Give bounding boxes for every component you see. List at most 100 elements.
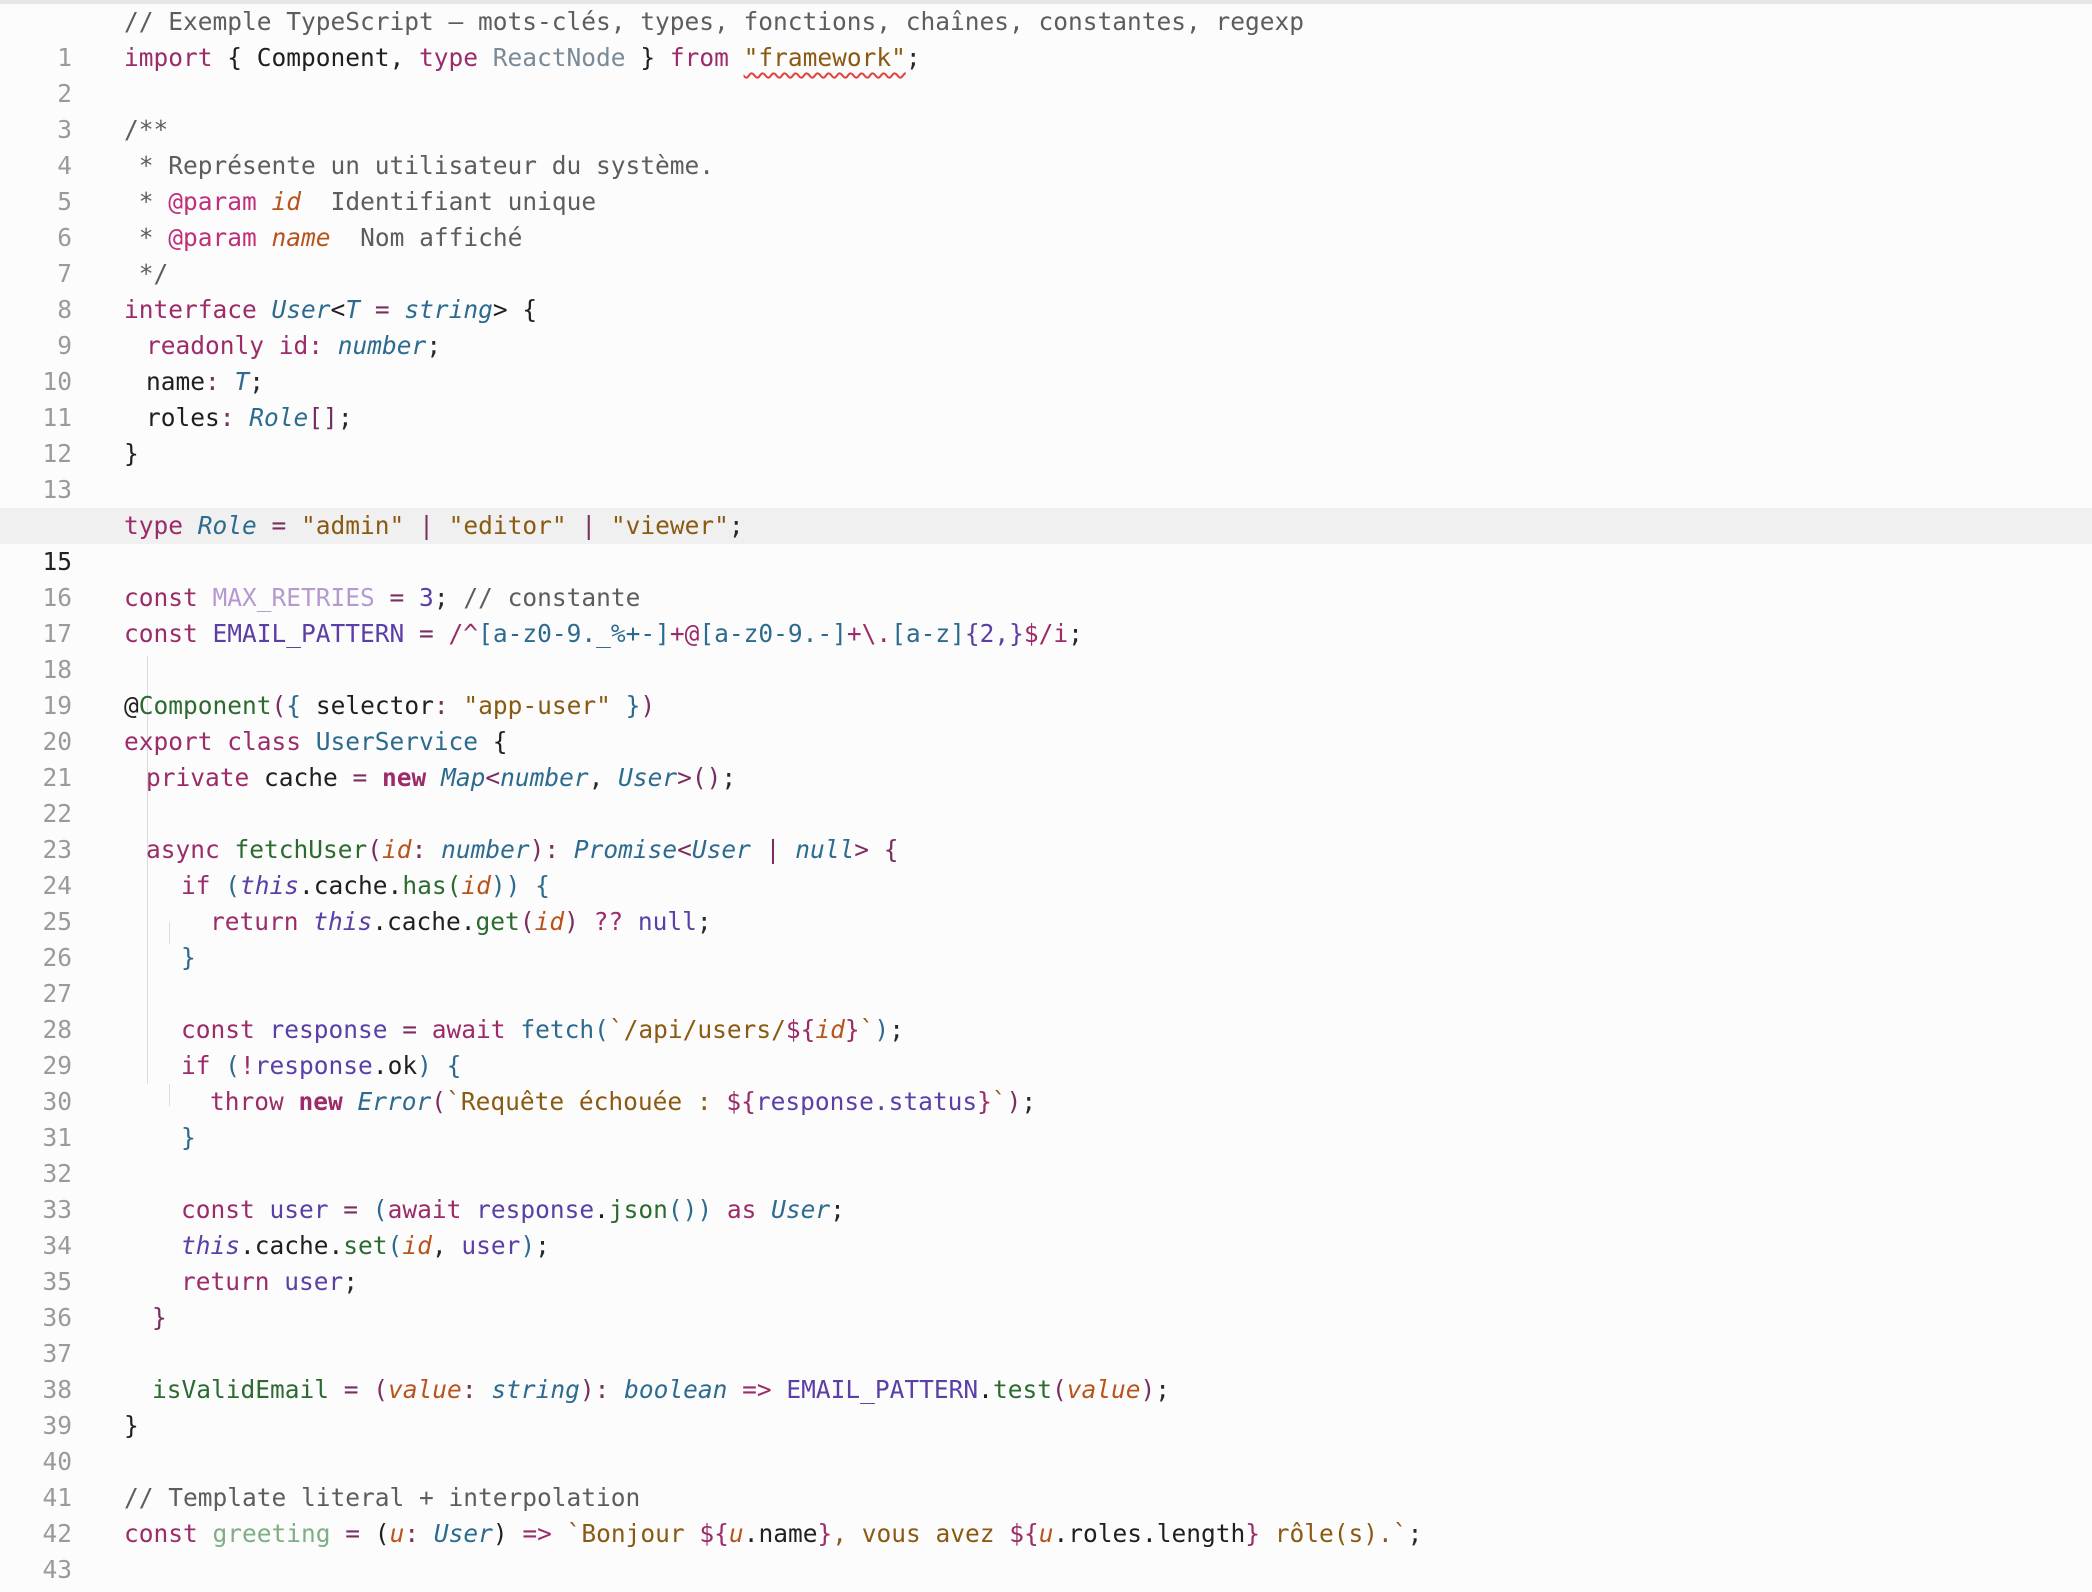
parameter: id: [534, 907, 565, 936]
code-line[interactable]: 23: [0, 796, 2092, 864]
string-literal-with-error[interactable]: "framework": [744, 43, 906, 72]
code-line[interactable]: 13 }: [0, 436, 2092, 504]
jsdoc-tag: @param: [168, 223, 257, 252]
code-line[interactable]: 17 const MAX_RETRIES = 3; // constante: [0, 580, 2092, 648]
brace: {: [478, 727, 508, 756]
method-name: has: [402, 871, 447, 900]
property-access: .ok: [372, 1051, 418, 1080]
code-line[interactable]: 28: [0, 976, 2092, 1044]
template-string: `Bonjour: [551, 1519, 700, 1548]
decorator-symbol: @: [124, 691, 139, 720]
keyword: new: [283, 1087, 343, 1116]
code-line[interactable]: 6 * @param id Identifiant unique: [0, 184, 2092, 252]
code-line[interactable]: 10 readonly id: number;: [0, 328, 2092, 396]
paren: ): [579, 1375, 595, 1404]
variable-name: user: [461, 1231, 521, 1260]
code-line[interactable]: 2 import { Component, type ReactNode } f…: [0, 40, 2092, 108]
code-line-current[interactable]: 15 type Role = "admin" | "editor" | "vie…: [0, 508, 2092, 576]
code-line[interactable]: 26 return this.cache.get(id) ?? null;: [0, 904, 2092, 972]
operator: =: [328, 1195, 373, 1224]
property-name: roles: [146, 403, 220, 432]
code-line[interactable]: 41: [0, 1444, 2092, 1512]
code-line[interactable]: 38: [0, 1336, 2092, 1404]
code-line[interactable]: 1 // Exemple TypeScript — mots-clés, typ…: [0, 4, 2092, 72]
operator: |: [404, 511, 449, 540]
code-line[interactable]: 42 // Template literal + interpolation: [0, 1480, 2092, 1548]
comment-text: *: [124, 223, 169, 252]
type-name: Map: [426, 763, 486, 792]
regex-class: [a-z0-9.-]: [699, 619, 847, 648]
parameter: u: [728, 1519, 744, 1548]
code-content: roles: Role[];: [146, 400, 353, 436]
keyword: from: [669, 43, 729, 72]
code-line[interactable]: 36 return user;: [0, 1264, 2092, 1332]
code-line[interactable]: 20 @Component({ selector: "app-user" }): [0, 688, 2092, 756]
code-line[interactable]: 18 const EMAIL_PATTERN = /^[a-z0-9._%+-]…: [0, 616, 2092, 684]
code-line[interactable]: 7 * @param name Nom affiché: [0, 220, 2092, 288]
code-line[interactable]: 19: [0, 652, 2092, 720]
keyword: const: [181, 1015, 255, 1044]
code-line[interactable]: 27 }: [0, 940, 2092, 1008]
method-name: json: [608, 1195, 668, 1224]
this-keyword: this: [240, 871, 300, 900]
operator: =: [337, 763, 383, 792]
punctuation: ;: [728, 511, 744, 540]
code-line[interactable]: 37 }: [0, 1300, 2092, 1368]
operator: |: [750, 835, 796, 864]
code-content: const EMAIL_PATTERN = /^[a-z0-9._%+-]+@[…: [124, 616, 1083, 652]
code-line[interactable]: 5 * Représente un utilisateur du système…: [0, 148, 2092, 216]
brace: }: [610, 691, 641, 720]
code-text: }: [625, 43, 670, 72]
code-line[interactable]: 14: [0, 472, 2092, 540]
code-line[interactable]: 43 const greeting = (u: User) => `Bonjou…: [0, 1516, 2092, 1584]
code-line[interactable]: 8 */: [0, 256, 2092, 324]
code-line[interactable]: 34 const user = (await response.json()) …: [0, 1192, 2092, 1260]
punctuation: []: [308, 403, 338, 432]
operator: |: [566, 511, 611, 540]
code-content: private cache = new Map<number, User>();: [146, 760, 736, 796]
code-line[interactable]: 29 const response = await fetch(`/api/us…: [0, 1012, 2092, 1080]
string-literal: "viewer": [610, 511, 729, 540]
code-content: const greeting = (u: User) => `Bonjour $…: [124, 1516, 1422, 1552]
code-content: export class UserService {: [124, 724, 508, 760]
punctuation: :: [205, 367, 235, 396]
type-name: string: [491, 1375, 580, 1404]
code-line[interactable]: 32 }: [0, 1120, 2092, 1188]
property-name: name: [146, 367, 206, 396]
code-line[interactable]: 44: [0, 1552, 2092, 1592]
code-line[interactable]: 22 private cache = new Map<number, User>…: [0, 760, 2092, 828]
code-line[interactable]: 4 /**: [0, 112, 2092, 180]
line-number: 44: [0, 1588, 72, 1592]
code-line[interactable]: 30 if (!response.ok) {: [0, 1048, 2092, 1116]
code-line[interactable]: 21 export class UserService {: [0, 724, 2092, 792]
paren: (: [210, 871, 241, 900]
code-line[interactable]: 39 isValidEmail = (value: string): boole…: [0, 1372, 2092, 1440]
type-name: Error: [342, 1087, 432, 1116]
code-content: throw new Error(`Requête échouée : ${res…: [210, 1084, 1036, 1120]
code-line[interactable]: 33: [0, 1156, 2092, 1224]
template-string: `/api/users/: [608, 1015, 786, 1044]
punctuation: :: [219, 403, 250, 432]
keyword: const: [124, 619, 198, 648]
code-line[interactable]: 16: [0, 544, 2092, 612]
code-line[interactable]: 35 this.cache.set(id, user);: [0, 1228, 2092, 1296]
code-line[interactable]: 3: [0, 76, 2092, 144]
code-line[interactable]: 25 if (this.cache.has(id)) {: [0, 868, 2092, 936]
punctuation: :: [404, 1519, 434, 1548]
code-line[interactable]: 24 async fetchUser(id: number): Promise<…: [0, 832, 2092, 900]
code-line[interactable]: 12 roles: Role[];: [0, 400, 2092, 468]
code-line[interactable]: 11 name: T;: [0, 364, 2092, 432]
property-name: cache: [249, 763, 338, 792]
code-line[interactable]: 40 }: [0, 1408, 2092, 1476]
parameter: value: [388, 1375, 462, 1404]
paren: ): [492, 1519, 508, 1548]
property-name: id: [264, 331, 309, 360]
parameter: id: [461, 871, 491, 900]
variable-name: response.status: [755, 1087, 978, 1116]
code-line[interactable]: 31 throw new Error(`Requête échouée : ${…: [0, 1084, 2092, 1152]
code-editor[interactable]: 1 // Exemple TypeScript — mots-clés, typ…: [0, 0, 2092, 1592]
paren: ()): [667, 1195, 713, 1224]
punctuation: ;: [1068, 619, 1083, 648]
paren: (: [374, 1519, 390, 1548]
code-line[interactable]: 9 interface User<T = string> {: [0, 292, 2092, 360]
